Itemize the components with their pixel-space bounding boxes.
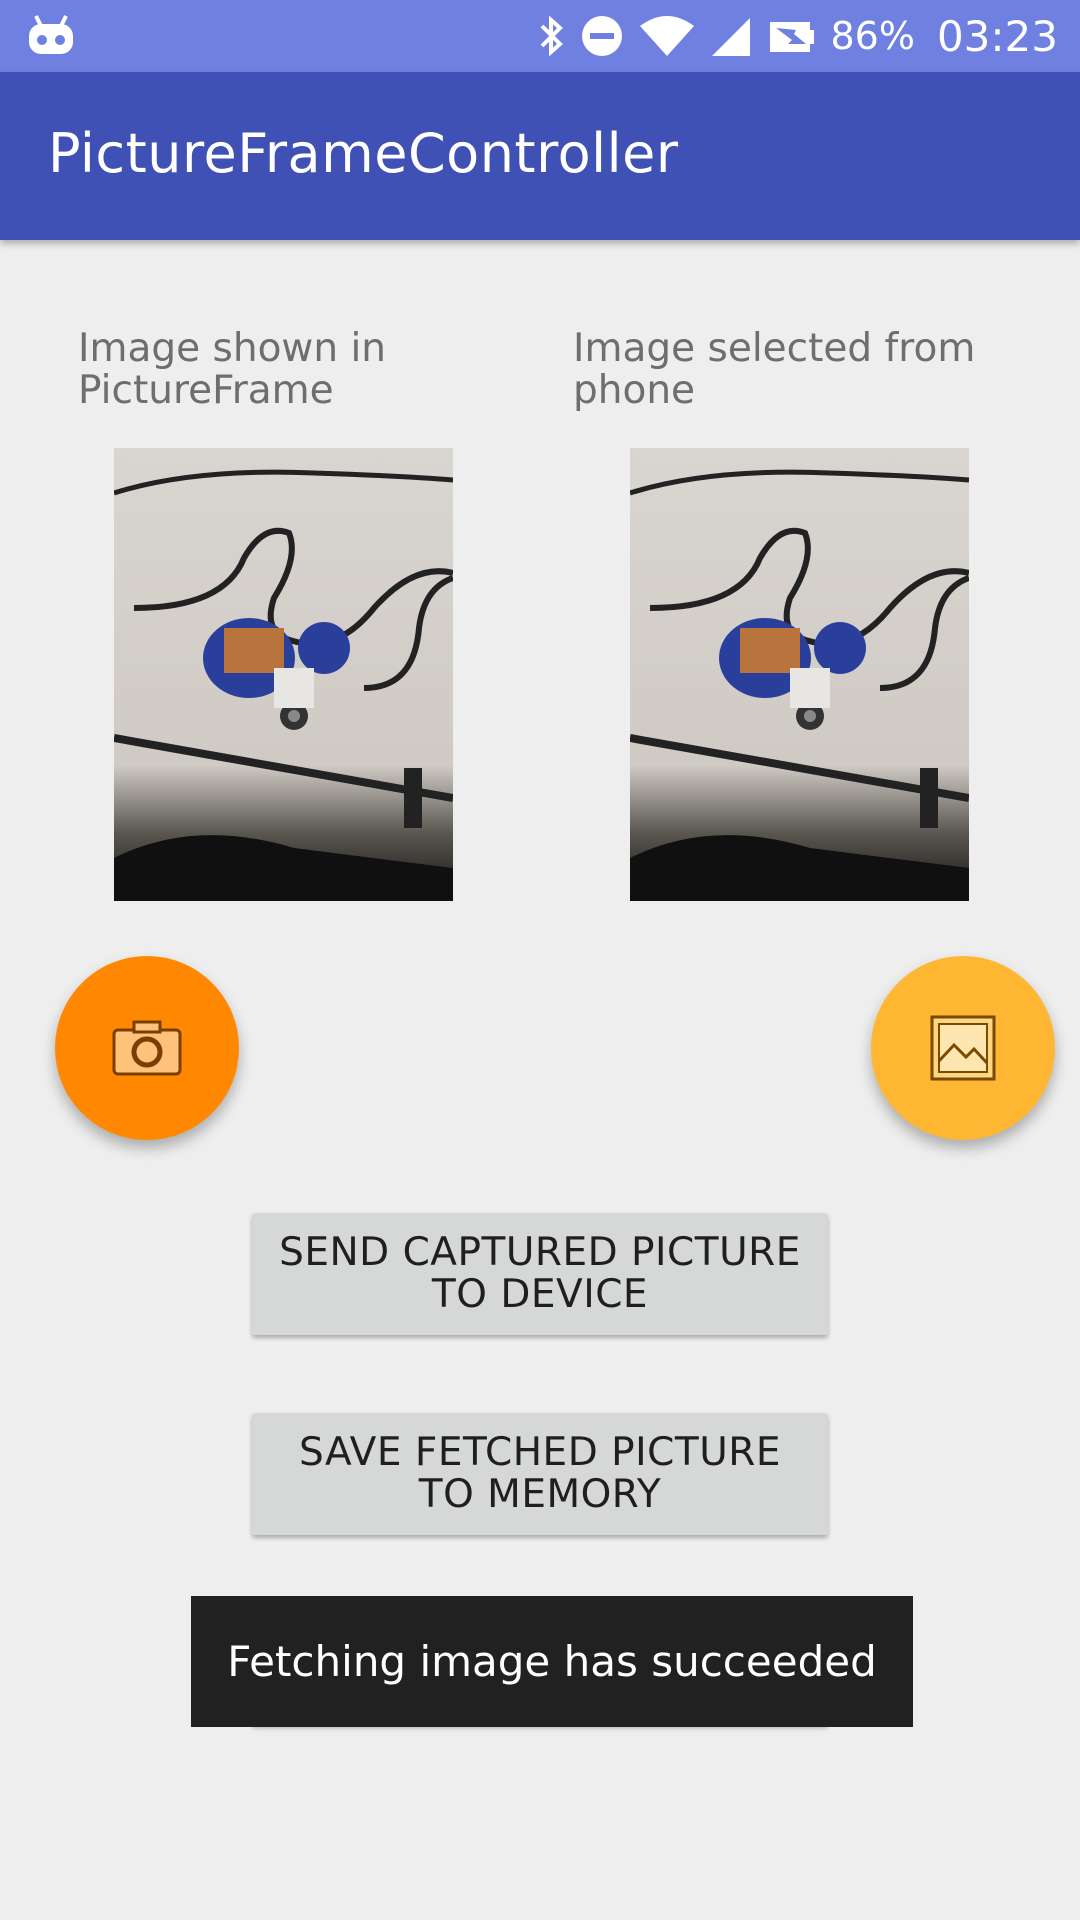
battery-percentage: 86% (830, 14, 915, 58)
android-icon (29, 15, 73, 54)
picture-frame-caption: Image shown in PictureFrame (78, 326, 387, 413)
send-button-label: SEND CAPTURED PICTURE TO DEVICE (279, 1230, 801, 1317)
wifi-icon (640, 16, 695, 56)
app-bar: PictureFrameController (0, 72, 1080, 240)
toast-message: Fetching image has succeeded (191, 1596, 913, 1727)
app-title: PictureFrameController (48, 122, 679, 185)
image-icon (930, 1015, 996, 1081)
clock: 03:23 (936, 11, 1058, 61)
gallery-fab-button[interactable] (871, 956, 1055, 1140)
toast-text: Fetching image has succeeded (227, 1637, 877, 1686)
save-fetched-picture-button[interactable]: SAVE FETCHED PICTURE TO MEMORY (252, 1413, 828, 1535)
picture-frame-image (114, 448, 453, 901)
save-button-label: SAVE FETCHED PICTURE TO MEMORY (299, 1430, 781, 1517)
do-not-disturb-icon (582, 16, 623, 56)
phone-image-caption: Image selected from phone (573, 326, 976, 413)
camera-fab-button[interactable] (55, 956, 239, 1140)
camera-icon (112, 1020, 182, 1076)
no-sim-icon (770, 22, 815, 52)
bluetooth-icon (541, 15, 564, 57)
phone-selected-image (630, 448, 969, 901)
status-bar: 86% 03:23 (0, 0, 1080, 72)
signal-icon (712, 18, 751, 56)
send-captured-picture-button[interactable]: SEND CAPTURED PICTURE TO DEVICE (252, 1213, 828, 1335)
